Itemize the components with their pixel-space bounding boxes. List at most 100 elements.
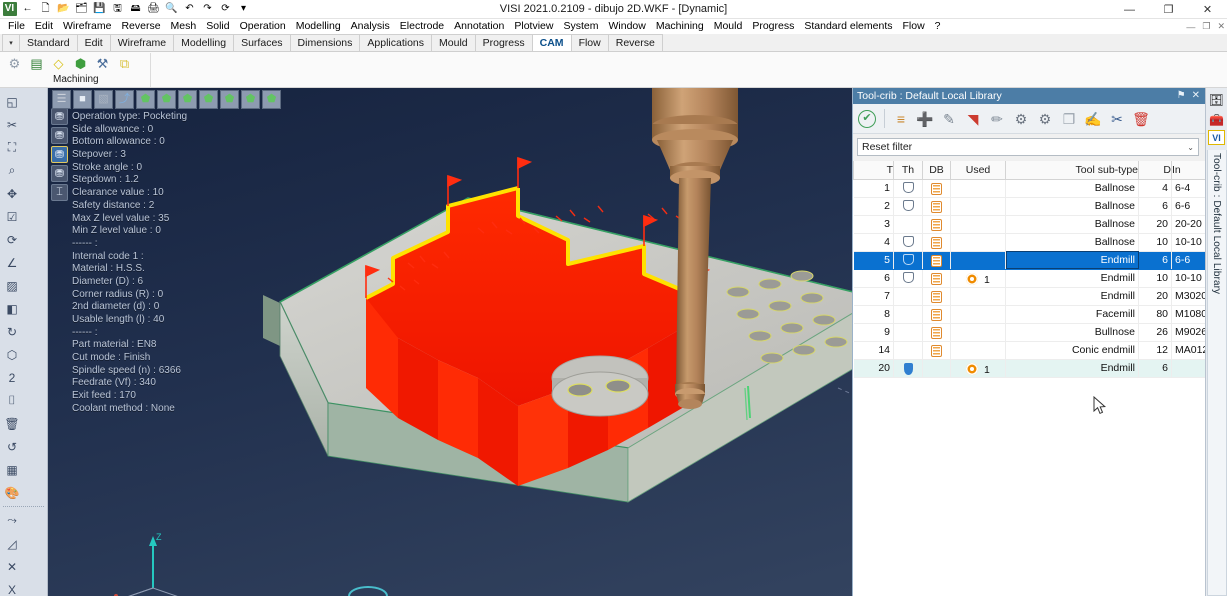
save-icon[interactable]: 💾 bbox=[91, 1, 108, 18]
library-panel-icon[interactable]: 🗄 bbox=[1207, 90, 1226, 109]
delete-view-icon[interactable]: 🗑 bbox=[0, 412, 24, 435]
select-box-icon[interactable]: ☑ bbox=[0, 205, 24, 228]
modify-tool-icon[interactable]: ✏ bbox=[986, 107, 1008, 130]
menu-item-file[interactable]: File bbox=[3, 19, 30, 34]
table-row[interactable]: 3 Ballnose 20 20-20 bbox=[853, 215, 1205, 234]
open-recent-icon[interactable]: 🗂 bbox=[73, 1, 90, 18]
view-cube-top-icon[interactable]: ⬟ bbox=[157, 90, 176, 109]
table-row[interactable]: 7 Endmill20M302000 bbox=[853, 287, 1205, 306]
tools-icon[interactable]: ⚒ bbox=[93, 54, 112, 73]
undo-view-icon[interactable]: ↺ bbox=[0, 435, 24, 458]
list-view-icon[interactable]: ☰ bbox=[52, 90, 71, 109]
table-row[interactable]: 1 Ballnose 4 6-4 bbox=[853, 179, 1205, 198]
menu-item-system[interactable]: System bbox=[558, 19, 603, 34]
menu-item-solid[interactable]: Solid bbox=[201, 19, 234, 34]
tool-settings-icon[interactable]: ⚙ bbox=[1010, 107, 1032, 130]
add-tool-list-icon[interactable]: ≡ bbox=[890, 107, 912, 130]
menu-item-wireframe[interactable]: Wireframe bbox=[58, 19, 116, 34]
rotate-view-icon[interactable]: ⟳ bbox=[0, 228, 24, 251]
ribbon-tab-mould[interactable]: Mould bbox=[431, 34, 476, 51]
column-header-in[interactable]: In bbox=[1171, 161, 1205, 180]
layer-icon[interactable]: 2 bbox=[0, 366, 24, 389]
view-cube-iso-icon[interactable]: ⬟ bbox=[136, 90, 155, 109]
menu-item-flow[interactable]: Flow bbox=[897, 19, 929, 34]
delete-tool-icon[interactable]: 🗑 bbox=[1130, 107, 1152, 130]
table-row[interactable]: 9 Bullnose26M902600 bbox=[853, 323, 1205, 342]
3d-viewport[interactable]: ☰ ■ ▧ ⤴ ⬟ ⬟ ⬟ ⬟ ⬟ ⬟ ⬟ ⛃ ⛃ ⛃ ⛃ ⌶ Operation type: Pocket… bbox=[48, 88, 852, 596]
tool-library-icon[interactable]: 🧰 bbox=[1207, 110, 1226, 129]
toolcrib-dock-tab[interactable]: Tool-crib : Default Local Library bbox=[1206, 150, 1227, 596]
ribbon-tab-dimensions[interactable]: Dimensions bbox=[289, 34, 361, 51]
ribbon-tab-flow[interactable]: Flow bbox=[570, 34, 609, 51]
minimize-button[interactable]: — bbox=[1110, 0, 1149, 19]
menu-item-machining[interactable]: Machining bbox=[651, 19, 709, 34]
machining-setup-icon[interactable]: ⚙ bbox=[5, 54, 24, 73]
ribbon-tab-surfaces[interactable]: Surfaces bbox=[233, 34, 291, 51]
table-row[interactable]: 4 Ballnose 10 10-10 bbox=[853, 233, 1205, 252]
pan-icon[interactable]: ✥ bbox=[0, 182, 24, 205]
operation-icon-5[interactable]: ⌶ bbox=[51, 184, 68, 201]
doc-close-button[interactable]: ✕ bbox=[1217, 21, 1225, 32]
export-icon[interactable]: 🖴 bbox=[127, 1, 144, 18]
undo-icon[interactable]: ↶ bbox=[181, 1, 198, 18]
menu-item-[interactable]: ? bbox=[930, 19, 946, 34]
back-arrow-icon[interactable]: ← bbox=[19, 1, 36, 18]
ribbon-tab-cam[interactable]: CAM bbox=[531, 34, 572, 51]
menu-item-window[interactable]: Window bbox=[603, 19, 650, 34]
axis-view-icon[interactable]: ⤴ bbox=[115, 90, 134, 109]
menu-item-standard-elements[interactable]: Standard elements bbox=[799, 19, 897, 34]
zoom-region-icon[interactable]: ⌕ bbox=[0, 159, 24, 182]
tool-table-wrapper[interactable]: T Th DB Used Tool sub-type D In 1 Ballnose 4 6-4 2… bbox=[853, 161, 1205, 596]
tool-numbering-icon[interactable]: ⚙ bbox=[1034, 107, 1056, 130]
table-row[interactable]: 8 Facemill80M10800A bbox=[853, 305, 1205, 324]
print-icon[interactable]: 🖨 bbox=[145, 1, 162, 18]
measure-angle-icon[interactable]: ∠ bbox=[0, 251, 24, 274]
plane-icon[interactable]: ◿ bbox=[0, 532, 24, 555]
ribbon-dropdown-arrow[interactable]: ▾ bbox=[2, 34, 20, 51]
view-cube-front-icon[interactable]: ⬟ bbox=[178, 90, 197, 109]
dynamic-view-icon[interactable]: ◱ bbox=[0, 90, 24, 113]
menu-item-electrode[interactable]: Electrode bbox=[395, 19, 449, 34]
visi-logo[interactable]: VI bbox=[1, 1, 18, 18]
table-row[interactable]: 6 1 Endmill 10 10-10 bbox=[853, 269, 1205, 288]
shaded-view-icon[interactable]: ■ bbox=[73, 90, 92, 109]
new-file-icon[interactable]: 🗋 bbox=[37, 1, 54, 18]
ribbon-tab-progress[interactable]: Progress bbox=[474, 34, 533, 51]
fit-window-icon[interactable]: ⛶ bbox=[0, 136, 24, 159]
column-header-th[interactable]: Th bbox=[893, 161, 923, 180]
menu-item-modelling[interactable]: Modelling bbox=[291, 19, 346, 34]
table-row[interactable]: 14 Conic endmill12MA01200 bbox=[853, 341, 1205, 360]
mesh-icon[interactable]: ▦ bbox=[0, 458, 24, 481]
table-row[interactable]: 2 Ballnose 6 6-6 bbox=[853, 197, 1205, 216]
bounding-box-icon[interactable]: ⌷ bbox=[0, 389, 24, 412]
tool-assign-icon[interactable]: ✍ bbox=[1082, 107, 1104, 130]
repeat-icon[interactable]: ⟳ bbox=[217, 1, 234, 18]
doc-restore-button[interactable]: ❐ bbox=[1202, 21, 1210, 32]
copy-operation-icon[interactable]: ⧉ bbox=[115, 54, 134, 73]
save-as-icon[interactable]: 🖫 bbox=[109, 1, 126, 18]
ribbon-tab-edit[interactable]: Edit bbox=[76, 34, 111, 51]
menu-item-mould[interactable]: Mould bbox=[709, 19, 748, 34]
column-header-used[interactable]: Used bbox=[950, 161, 1006, 180]
view-cube-right-icon[interactable]: ⬟ bbox=[199, 90, 218, 109]
panel-close-icon[interactable]: ✕ bbox=[1192, 91, 1200, 101]
column-header-t[interactable]: T bbox=[853, 161, 894, 180]
operation-icon-4[interactable]: ⛃ bbox=[51, 165, 68, 182]
cut-tool-icon[interactable]: ✂ bbox=[1106, 107, 1128, 130]
stock-icon[interactable]: ⬢ bbox=[71, 54, 90, 73]
view-cube-left-icon[interactable]: ⬟ bbox=[241, 90, 260, 109]
open-folder-icon[interactable]: 📂 bbox=[55, 1, 72, 18]
doc-minimize-button[interactable]: — bbox=[1186, 22, 1195, 32]
ribbon-tab-wireframe[interactable]: Wireframe bbox=[109, 34, 175, 51]
import-tool-icon[interactable]: ❐ bbox=[1058, 107, 1080, 130]
column-header-tool-sub-type[interactable]: Tool sub-type bbox=[1005, 161, 1139, 180]
customize-qat-icon[interactable]: ▾ bbox=[235, 1, 252, 18]
geometry-icon[interactable]: ◇ bbox=[49, 54, 68, 73]
menu-item-mesh[interactable]: Mesh bbox=[166, 19, 202, 34]
table-row[interactable]: 20 1 Endmill 6 bbox=[853, 359, 1205, 378]
cut-section-icon[interactable]: ✂ bbox=[0, 113, 24, 136]
menu-item-analysis[interactable]: Analysis bbox=[346, 19, 395, 34]
table-row[interactable]: 5 Endmill 6 6-6 bbox=[853, 251, 1205, 270]
operation-icon-1[interactable]: ⛃ bbox=[51, 108, 68, 125]
shade-icon[interactable]: ▨ bbox=[0, 274, 24, 297]
